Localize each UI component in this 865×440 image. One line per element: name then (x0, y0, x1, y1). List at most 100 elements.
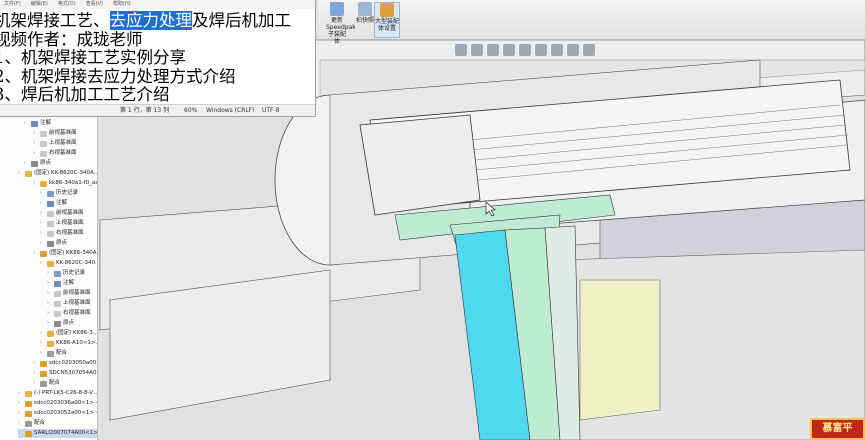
expand-arrow-icon[interactable]: › (33, 179, 38, 188)
tree-item[interactable]: › sdcc0203036a00<1> <... (18, 399, 97, 408)
tree-item[interactable]: › 原点 (40, 239, 67, 248)
expand-arrow-icon[interactable]: › (47, 289, 52, 298)
expand-arrow-icon[interactable]: › (33, 129, 38, 138)
tree-item[interactable]: › 配合 (18, 419, 45, 428)
snapshot-label: 拍快照 (355, 17, 374, 24)
expand-arrow-icon[interactable]: › (24, 159, 29, 168)
feature-manager-tree[interactable]: › 注解 › 前视基准面 › 上视基准面 › 右视基准面 › 原点 › (固定) KK-8620C-3… (0, 117, 98, 440)
view-orientation-icon[interactable] (519, 44, 531, 56)
expand-arrow-icon[interactable]: › (40, 209, 45, 218)
expand-arrow-icon[interactable]: › (33, 359, 38, 368)
expand-arrow-icon[interactable]: › (47, 319, 52, 328)
expand-arrow-icon[interactable]: › (47, 269, 52, 278)
selected-text: 去应力处理 (109, 11, 192, 30)
expand-arrow-icon[interactable]: › (40, 219, 45, 228)
update-speedpak-button[interactable]: 更新Speedpak子装配体 (326, 2, 356, 45)
tree-item[interactable]: › SDCN5307054A00... (33, 369, 97, 378)
expand-arrow-icon[interactable]: › (40, 189, 45, 198)
menu-edit[interactable]: 编辑(E) (31, 0, 48, 9)
expand-arrow-icon[interactable]: › (40, 329, 45, 338)
previous-view-icon[interactable] (487, 44, 499, 56)
tree-item[interactable]: › 注解 (47, 279, 74, 288)
tree-item[interactable]: › KK86-A10<1>... (40, 339, 97, 348)
hide-show-icon[interactable] (551, 44, 563, 56)
tree-item[interactable]: › 配合 (40, 349, 67, 358)
part-icon (25, 390, 32, 397)
tree-item-label: 上视基准面 (56, 220, 84, 226)
notepad-menubar: 文件(F) 编辑(E) 格式(O) 查看(V) 帮助(H) (0, 0, 315, 9)
tree-item[interactable]: › 右视基准面 (33, 149, 77, 158)
expand-arrow-icon[interactable]: › (33, 149, 38, 158)
tree-item[interactable]: › 历史记录 (40, 189, 78, 198)
tree-item-label: sdcc0203036a00<1> <... (34, 400, 97, 406)
tree-item[interactable]: › 历史记录 (47, 269, 85, 278)
tree-item[interactable]: › (固定) KK86-340A1... (33, 249, 97, 258)
assembly-icon (25, 410, 32, 417)
tree-item[interactable]: › 前视基准面 (33, 129, 77, 138)
tree-item-label: (固定) KK-8620C-340A... (34, 170, 98, 176)
expand-arrow-icon[interactable]: › (40, 229, 45, 238)
tree-item-label: 配合 (56, 350, 68, 356)
tree-item[interactable]: › 原点 (24, 159, 51, 168)
tree-item[interactable]: › sdcc0203050a00<... (33, 359, 97, 368)
tree-item[interactable]: › 上视基准面 (33, 139, 77, 148)
menu-format[interactable]: 格式(O) (58, 0, 76, 9)
tree-item[interactable]: › 右视基准面 (47, 309, 91, 318)
expand-arrow-icon[interactable]: › (40, 199, 45, 208)
scene-icon[interactable] (583, 44, 595, 56)
expand-arrow-icon[interactable]: › (40, 339, 45, 348)
expand-arrow-icon[interactable]: › (47, 309, 52, 318)
display-style-icon[interactable] (535, 44, 547, 56)
tree-item[interactable]: › (固定) KK-8620C-340A... (18, 169, 98, 178)
text-line-5: 3、焊后机加工工艺介绍 (0, 85, 170, 104)
expand-arrow-icon[interactable]: › (40, 259, 45, 268)
expand-arrow-icon[interactable]: › (18, 429, 23, 438)
annotation-icon (31, 120, 38, 127)
expand-arrow-icon[interactable]: › (18, 399, 23, 408)
tree-item[interactable]: › 前视基准面 (40, 209, 84, 218)
tree-item[interactable]: › 上视基准面 (40, 219, 84, 228)
tree-item[interactable]: › 原点 (47, 319, 74, 328)
tree-item[interactable]: › 配合 (33, 379, 60, 388)
expand-arrow-icon[interactable]: › (33, 139, 38, 148)
tree-item[interactable]: › (-) PRT-LK5-C26-8-8-V... (18, 389, 97, 398)
expand-arrow-icon[interactable]: › (47, 299, 52, 308)
expand-arrow-icon[interactable]: › (47, 279, 52, 288)
expand-arrow-icon[interactable]: › (18, 409, 23, 418)
menu-view[interactable]: 查看(V) (86, 0, 103, 9)
command-toolbar: 更新Speedpak子装配体 拍快照 大型装配体设置 (318, 0, 865, 45)
tree-item[interactable]: › (固定) KK86-3... (40, 329, 97, 338)
tree-item[interactable]: › sdcc0203052a00<1> <... (18, 409, 97, 418)
large-assembly-settings-button[interactable]: 大型装配体设置 (374, 2, 400, 38)
expand-arrow-icon[interactable]: › (33, 249, 38, 258)
tree-item[interactable]: › KK-8620C-340... (40, 259, 97, 268)
text-line-1: 机架焊接工艺、去应力处理及焊后机加工 (0, 11, 315, 31)
tree-item[interactable]: › 右视基准面 (40, 229, 84, 238)
edit-appearance-icon[interactable] (567, 44, 579, 56)
section-view-icon[interactable] (503, 44, 515, 56)
notepad-window[interactable]: 文件(F) 编辑(E) 格式(O) 查看(V) 帮助(H) 机架焊接工艺、去应力… (0, 0, 316, 117)
tree-item-label: kk86-340a1-f0_asi... (49, 180, 98, 186)
expand-arrow-icon[interactable]: › (40, 239, 45, 248)
expand-arrow-icon[interactable]: › (18, 389, 23, 398)
expand-arrow-icon[interactable]: › (24, 119, 29, 128)
snapshot-button[interactable]: 拍快照 (354, 2, 376, 38)
assembly-icon (40, 370, 47, 377)
menu-help[interactable]: 帮助(H) (113, 0, 131, 9)
tree-item[interactable]: › 注解 (40, 199, 67, 208)
tree-item[interactable]: › 上视基准面 (47, 299, 91, 308)
tree-item[interactable]: › 注解 (24, 119, 51, 128)
notepad-text-area[interactable]: 机架焊接工艺、去应力处理及焊后机加工 视频作者：成珑老师 1、机架焊接工艺实例分… (0, 9, 315, 105)
expand-arrow-icon[interactable]: › (33, 379, 38, 388)
zoom-to-fit-icon[interactable] (455, 44, 467, 56)
expand-arrow-icon[interactable]: › (18, 419, 23, 428)
tree-item[interactable]: › 前视基准面 (47, 289, 91, 298)
tree-item[interactable]: › SARLI2007074A00<1> (默认... (18, 429, 97, 438)
menu-file[interactable]: 文件(F) (4, 0, 21, 9)
zoom-area-icon[interactable] (471, 44, 483, 56)
plane-icon (40, 150, 47, 157)
expand-arrow-icon[interactable]: › (33, 369, 38, 378)
tree-item[interactable]: › kk86-340a1-f0_asi... (33, 179, 98, 188)
expand-arrow-icon[interactable]: › (18, 169, 23, 178)
expand-arrow-icon[interactable]: › (40, 349, 45, 358)
